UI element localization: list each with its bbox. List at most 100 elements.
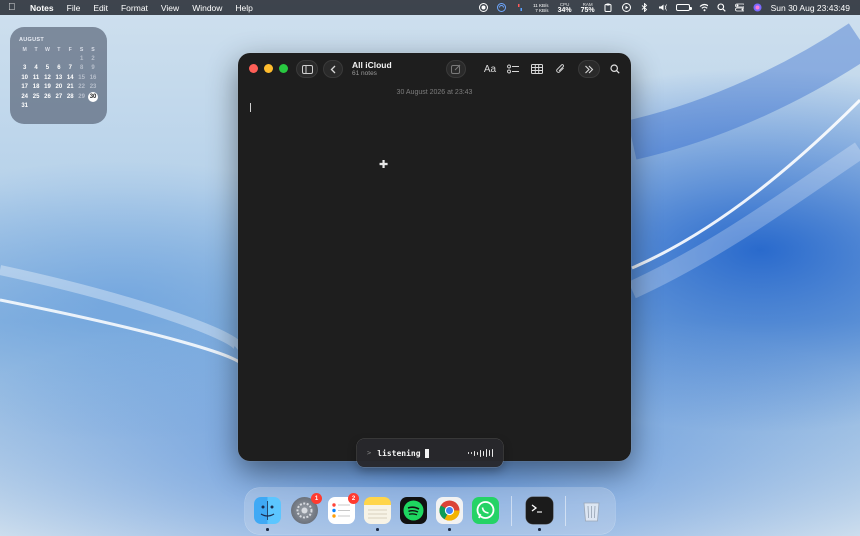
calendar-day: 7 xyxy=(68,65,72,72)
dock-separator xyxy=(511,496,512,526)
spotify-app-icon[interactable] xyxy=(400,497,427,524)
system-settings-app-icon[interactable]: 1 xyxy=(291,493,322,524)
folder-title: All iCloud 61 notes xyxy=(352,60,392,78)
ram-label: RAM xyxy=(582,1,593,7)
dock-separator xyxy=(565,496,566,526)
menu-window[interactable]: Window xyxy=(192,3,222,13)
finder-running-indicator xyxy=(266,528,269,531)
minimize-window-button[interactable] xyxy=(264,64,273,73)
attachment-button[interactable] xyxy=(549,60,571,78)
play-icon[interactable] xyxy=(621,3,631,12)
menu-bar:  Notes File Edit Format View Window Hel… xyxy=(0,0,860,15)
block-cursor xyxy=(424,448,429,458)
bluetooth-icon[interactable] xyxy=(640,3,649,12)
weekday-label: T xyxy=(57,46,61,53)
network-stats[interactable]: 11 KB/s 7 KB/s xyxy=(533,3,548,13)
weekday-label: S xyxy=(79,46,84,53)
dictation-listening-pill[interactable]: > listening xyxy=(357,439,503,467)
calendar-day: 26 xyxy=(44,93,51,100)
search-notes-button[interactable] xyxy=(604,60,626,78)
network-meter-icon[interactable] xyxy=(515,3,524,12)
calendar-day: 23 xyxy=(89,84,97,91)
menu-app-name[interactable]: Notes xyxy=(30,3,54,13)
menu-format[interactable]: Format xyxy=(121,3,148,13)
calendar-day: 2 xyxy=(91,56,95,63)
audio-waveform-icon xyxy=(467,449,493,457)
prompt-symbol: > xyxy=(367,449,372,457)
calendar-day: 29 xyxy=(78,93,85,100)
calendar-day: 13 xyxy=(55,74,63,81)
compose-icon xyxy=(451,64,461,74)
checklist-button[interactable] xyxy=(502,60,524,78)
new-note-button[interactable] xyxy=(446,60,466,78)
calendar-day: 22 xyxy=(78,84,85,91)
record-icon[interactable] xyxy=(479,3,489,12)
checklist-icon xyxy=(506,64,519,74)
weekday-label: W xyxy=(45,46,50,53)
calendar-day: 6 xyxy=(57,65,61,72)
menu-view[interactable]: View xyxy=(161,3,179,13)
chrome-app-icon[interactable] xyxy=(436,497,463,524)
calendar-day: 1 xyxy=(79,56,84,63)
reminders-app-icon[interactable]: 2 xyxy=(328,493,359,524)
calendar-day: 9 xyxy=(91,65,95,72)
weekday-label: M xyxy=(22,46,27,53)
back-button[interactable] xyxy=(323,60,343,78)
calendar-empty-cell xyxy=(19,54,30,63)
calendar-day: 18 xyxy=(32,84,40,91)
calendar-day: 21 xyxy=(66,84,74,91)
trash-icon[interactable] xyxy=(578,497,605,524)
zoom-window-button[interactable] xyxy=(279,64,288,73)
window-controls xyxy=(249,64,288,73)
siri-icon[interactable] xyxy=(753,3,762,12)
menu-edit[interactable]: Edit xyxy=(93,3,108,13)
weekday-label: F xyxy=(68,46,72,53)
weekday-label: T xyxy=(34,46,38,53)
whatsapp-app-icon[interactable] xyxy=(472,497,499,524)
format-button[interactable]: Aa xyxy=(479,60,501,78)
table-button[interactable] xyxy=(526,60,548,78)
notes-window[interactable]: All iCloud 61 notes Aa 30 August 2026 at… xyxy=(238,53,631,461)
control-center-icon[interactable] xyxy=(734,3,744,12)
folder-name: All iCloud xyxy=(352,60,392,70)
menu-clock[interactable]: Sun 30 Aug 23:43:49 xyxy=(771,3,850,13)
notes-app-icon[interactable] xyxy=(364,497,391,524)
calendar-day: 4 xyxy=(34,65,38,72)
sidebar-icon xyxy=(301,64,313,74)
finder-app-icon[interactable] xyxy=(254,497,281,524)
terminal-app-icon[interactable] xyxy=(526,497,553,524)
status-area: 11 KB/s 7 KB/s CPU 34% RAM 75% Sun 30 Au… xyxy=(479,0,850,15)
listening-label: listening xyxy=(377,448,421,458)
menu-help[interactable]: Help xyxy=(235,3,252,13)
text-caret xyxy=(250,103,251,112)
apple-menu-icon[interactable]:  xyxy=(8,2,18,13)
battery-icon[interactable] xyxy=(675,4,692,11)
sync-icon[interactable] xyxy=(497,3,507,12)
toggle-sidebar-button[interactable] xyxy=(296,60,318,78)
ram-stat[interactable]: RAM 75% xyxy=(581,2,595,14)
calendar-day: 3 xyxy=(23,65,27,72)
cpu-stat[interactable]: CPU 34% xyxy=(558,2,572,14)
more-tools-button[interactable] xyxy=(578,60,600,78)
calendar-day: 8 xyxy=(79,65,84,72)
calendar-widget[interactable]: AUGUST M T W T F S S 1 2 3 4 5 6 7 8 9 10 11 12 13 14… xyxy=(10,27,107,124)
wifi-icon[interactable] xyxy=(699,3,708,12)
menu-file[interactable]: File xyxy=(67,3,81,13)
calendar-day: 12 xyxy=(44,74,51,81)
crosshair-cursor-icon: ✚ xyxy=(379,159,389,171)
calendar-day: 16 xyxy=(89,74,97,81)
close-window-button[interactable] xyxy=(249,64,258,73)
calendar-empty-cell xyxy=(42,54,53,63)
calendar-month: AUGUST xyxy=(19,37,45,43)
search-icon[interactable] xyxy=(717,3,726,12)
calendar-day: 14 xyxy=(66,74,74,81)
notes-toolbar: All iCloud 61 notes Aa xyxy=(238,53,631,85)
calendar-day: 19 xyxy=(44,84,51,91)
volume-icon[interactable] xyxy=(658,3,667,12)
calendar-day: 31 xyxy=(21,103,29,110)
calendar-grid: M T W T F S S 1 2 3 4 5 6 7 8 9 10 11 12 13 14 15 16 17 1… xyxy=(19,45,99,111)
clipboard-icon[interactable] xyxy=(604,3,613,12)
note-count: 61 notes xyxy=(352,70,377,77)
chevron-double-right-icon xyxy=(585,65,594,73)
calendar-day: 11 xyxy=(32,74,40,81)
